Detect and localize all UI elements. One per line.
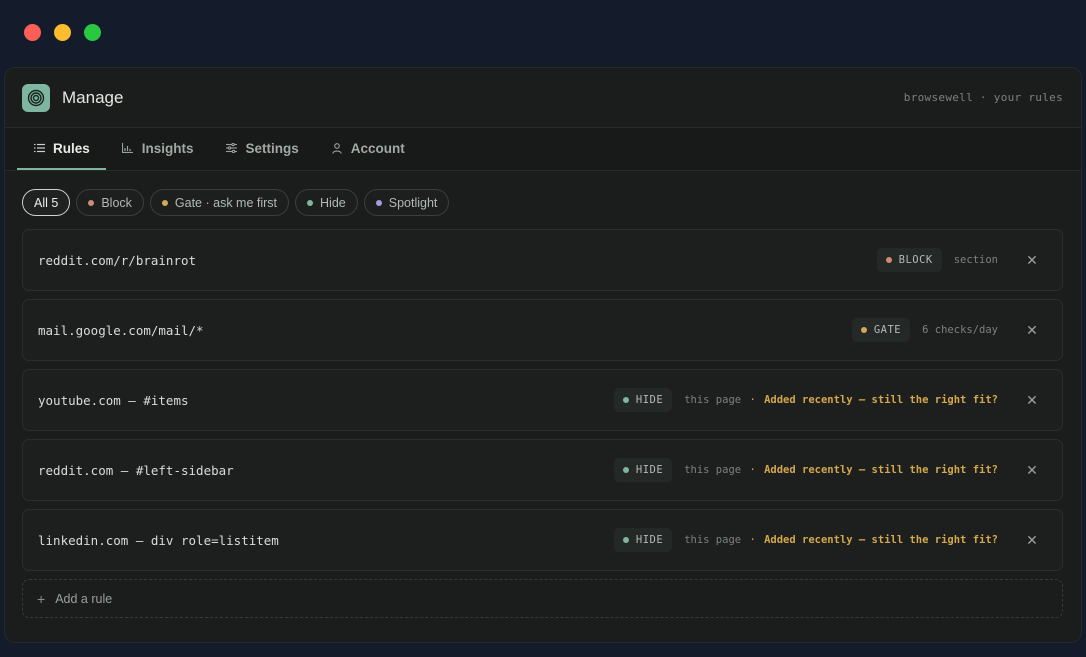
review-note: Added recently — still the right fit? (764, 534, 998, 546)
remove-rule-close-icon[interactable]: ✕ (1024, 252, 1040, 268)
meta-separator: · (749, 534, 756, 546)
hide-dot-icon (307, 199, 314, 206)
page-title: Manage (62, 87, 124, 107)
filter-spotlight[interactable]: Spotlight (363, 189, 450, 216)
rule-meta: this page · Added recently — still the r… (684, 464, 998, 476)
rule-scope: this page (684, 464, 742, 476)
rule-row[interactable]: mail.google.com/mail/* GATE 6 checks/day… (22, 299, 1063, 361)
list-icon (33, 142, 45, 154)
minimize-window-button[interactable] (54, 24, 71, 41)
filter-spotlight-label: Spotlight (388, 195, 438, 210)
review-note: Added recently — still the right fit? (764, 394, 998, 406)
filter-chips: All 5 Block Gate · ask me first Hide Spo… (5, 171, 1081, 229)
tab-account-label: Account (350, 140, 405, 156)
rule-meta: section (954, 254, 998, 266)
tab-account[interactable]: Account (315, 128, 421, 170)
review-note: Added recently — still the right fit? (764, 464, 998, 476)
block-dot-icon (885, 257, 892, 263)
filter-block-label: Block (101, 195, 132, 210)
rule-type-label: HIDE (635, 394, 664, 406)
rule-meta: this page · Added recently — still the r… (684, 534, 998, 546)
target-logo-icon (22, 83, 50, 112)
remove-rule-close-icon[interactable]: ✕ (1024, 532, 1040, 548)
add-rule-label: Add a rule (55, 591, 113, 606)
rule-type-label: GATE (873, 324, 902, 336)
tab-insights-label: Insights (141, 140, 194, 156)
tab-insights[interactable]: Insights (106, 128, 210, 170)
tab-rules[interactable]: Rules (17, 128, 106, 170)
rule-type-label: HIDE (635, 534, 664, 546)
tab-settings[interactable]: Settings (210, 128, 315, 170)
manage-window: Manage browsewell · your rules Rules Ins… (4, 67, 1082, 643)
rule-meta: this page · Added recently — still the r… (684, 394, 998, 406)
rule-target: linkedin.com — div role=listitem (38, 532, 279, 548)
filter-all[interactable]: All 5 (22, 189, 71, 216)
tab-rules-label: Rules (53, 140, 90, 156)
hide-dot-icon (622, 397, 629, 403)
rule-scope: this page (684, 394, 742, 406)
add-rule-button[interactable]: + Add a rule (22, 579, 1063, 618)
hide-dot-icon (622, 467, 629, 473)
filter-gate-label: Gate · ask me first (174, 195, 278, 210)
filter-gate[interactable]: Gate · ask me first (149, 189, 290, 216)
rule-target: youtube.com — #items (38, 392, 189, 408)
remove-rule-close-icon[interactable]: ✕ (1024, 392, 1040, 408)
rule-scope: this page (684, 534, 742, 546)
rule-type-label: BLOCK (898, 254, 933, 266)
meta-separator: · (749, 464, 756, 476)
header: Manage browsewell · your rules (5, 68, 1081, 128)
brand: Manage (22, 83, 124, 112)
remove-rule-close-icon[interactable]: ✕ (1024, 462, 1040, 478)
filter-hide[interactable]: Hide (295, 189, 358, 216)
tab-bar: Rules Insights Settings Account (5, 128, 1081, 171)
rule-scope: 6 checks/day (922, 324, 998, 336)
zoom-window-button[interactable] (84, 24, 101, 41)
rule-target: reddit.com — #left-sidebar (38, 462, 234, 478)
sliders-icon (226, 142, 238, 154)
rule-type-badge: HIDE (613, 528, 673, 552)
filter-block[interactable]: Block (76, 189, 144, 216)
tagline: browsewell · your rules (903, 91, 1063, 104)
spotlight-dot-icon (375, 199, 382, 206)
rule-row[interactable]: reddit.com/r/brainrot BLOCK section ✕ (22, 229, 1063, 291)
rule-meta: 6 checks/day (922, 324, 998, 336)
gate-dot-icon (161, 199, 168, 206)
rule-type-label: HIDE (635, 464, 664, 476)
hide-dot-icon (622, 537, 629, 543)
bar-chart-icon (122, 142, 134, 154)
user-icon (331, 142, 343, 154)
close-window-button[interactable] (24, 24, 41, 41)
filter-all-label: All 5 (34, 195, 59, 210)
rule-row[interactable]: youtube.com — #items HIDE this page · Ad… (22, 369, 1063, 431)
rule-target: reddit.com/r/brainrot (38, 252, 197, 268)
rule-row[interactable]: linkedin.com — div role=listitem HIDE th… (22, 509, 1063, 571)
rule-row[interactable]: reddit.com — #left-sidebar HIDE this pag… (22, 439, 1063, 501)
rule-type-badge: HIDE (613, 458, 673, 482)
rule-type-badge: BLOCK (876, 248, 942, 272)
plus-icon: + (37, 590, 46, 607)
meta-separator: · (749, 394, 756, 406)
window-controls (24, 24, 101, 41)
filter-hide-label: Hide (320, 195, 346, 210)
tab-settings-label: Settings (245, 140, 299, 156)
rule-type-badge: HIDE (613, 388, 673, 412)
block-dot-icon (88, 199, 95, 206)
remove-rule-close-icon[interactable]: ✕ (1024, 322, 1040, 338)
rule-target: mail.google.com/mail/* (38, 322, 204, 338)
rule-type-badge: GATE (851, 318, 911, 342)
gate-dot-icon (860, 327, 867, 333)
rule-scope: section (953, 254, 998, 266)
rules-list: reddit.com/r/brainrot BLOCK section ✕ ma… (5, 229, 1081, 571)
